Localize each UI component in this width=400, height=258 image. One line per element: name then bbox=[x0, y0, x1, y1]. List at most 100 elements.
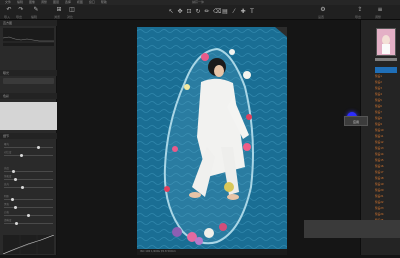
compare-icon[interactable]: ◫ bbox=[69, 7, 75, 13]
slider-label: 对比度 bbox=[4, 151, 12, 154]
histogram-graph bbox=[2, 36, 54, 43]
slider-saturation[interactable]: 饱和度 bbox=[4, 175, 53, 181]
preset-item[interactable]: 预设11 bbox=[375, 134, 397, 139]
preset-selected[interactable] bbox=[375, 67, 397, 73]
apply-tooltip[interactable]: 应用 bbox=[344, 116, 368, 126]
photo[interactable] bbox=[137, 27, 287, 249]
exposure-select[interactable] bbox=[3, 78, 54, 84]
preset-item[interactable]: 预设1 bbox=[375, 74, 397, 79]
preset-item[interactable]: 预设22 bbox=[375, 200, 397, 205]
edit-icon[interactable]: ✎ bbox=[33, 7, 39, 13]
slider-knob[interactable] bbox=[14, 206, 18, 209]
slider-contrast[interactable]: 对比度 bbox=[4, 151, 53, 157]
slider-exposure[interactable]: 曝光 bbox=[4, 143, 53, 149]
slider-track bbox=[4, 207, 53, 208]
preset-item[interactable]: 预设14 bbox=[375, 152, 397, 157]
cursor-icon[interactable]: ↖ bbox=[168, 9, 174, 15]
slider-shadows[interactable]: 阴影 bbox=[4, 195, 53, 201]
crop-icon[interactable]: ⊡ bbox=[186, 9, 192, 15]
slider-label: 曝光 bbox=[4, 143, 10, 146]
menu-select[interactable]: 选择 bbox=[65, 0, 71, 4]
menu-window[interactable]: 窗口 bbox=[89, 0, 95, 4]
menu-edit[interactable]: 编辑 bbox=[17, 0, 23, 4]
brush-icon[interactable]: ✏ bbox=[204, 9, 210, 15]
slider-knob[interactable] bbox=[37, 146, 41, 149]
menu-help[interactable]: 帮助 bbox=[101, 0, 107, 4]
menu-view[interactable]: 视图 bbox=[77, 0, 83, 4]
preset-item[interactable]: 预设4 bbox=[375, 92, 397, 97]
preset-item[interactable]: 预设18 bbox=[375, 176, 397, 181]
slider-knob[interactable] bbox=[11, 198, 15, 201]
menu-layer[interactable]: 图层 bbox=[53, 0, 59, 4]
left-panel: 直方图 曝光 色彩 细节 曝光 对比度 亮度 饱和度 高光 阴影 黑色 白色 清… bbox=[0, 20, 57, 255]
preset-item[interactable]: 预设2 bbox=[375, 80, 397, 85]
preset-item[interactable]: 预设16 bbox=[375, 164, 397, 169]
slider-label: 亮度 bbox=[4, 167, 10, 170]
slider-whites[interactable]: 白色 bbox=[4, 211, 53, 217]
panel-header-exposure[interactable]: 曝光 bbox=[0, 70, 57, 76]
image-meta: ISO 100 1/200s f/2.8 50mm bbox=[140, 250, 176, 253]
slider-clarity[interactable]: 清晰度 bbox=[4, 219, 53, 225]
preset-item[interactable]: 预设12 bbox=[375, 140, 397, 145]
thumbnail-image bbox=[377, 29, 395, 55]
import-icon[interactable]: ↶ bbox=[6, 7, 12, 13]
preset-item[interactable]: 预设10 bbox=[375, 128, 397, 133]
preset-item[interactable]: 预设17 bbox=[375, 170, 397, 175]
share-icon[interactable]: ⇪ bbox=[357, 7, 363, 13]
slider-label: 白色 bbox=[4, 211, 10, 214]
photo-content bbox=[137, 27, 287, 249]
preset-item[interactable]: 预设7 bbox=[375, 110, 397, 115]
slider-track bbox=[4, 223, 53, 224]
slider-label: 饱和度 bbox=[4, 175, 12, 178]
thumbnail-caption bbox=[375, 58, 397, 61]
slider-label: 高光 bbox=[4, 183, 10, 186]
preset-item[interactable]: 预设21 bbox=[375, 194, 397, 199]
eraser-icon[interactable]: ⌫ bbox=[213, 9, 221, 15]
slider-knob[interactable] bbox=[27, 214, 30, 217]
preset-item[interactable]: 预设8 bbox=[375, 116, 397, 121]
heal-icon[interactable]: ✚ bbox=[240, 9, 246, 15]
preset-item[interactable]: 预设9 bbox=[375, 122, 397, 127]
slider-blacks[interactable]: 黑色 bbox=[4, 203, 53, 209]
export-icon[interactable]: ↷ bbox=[18, 7, 24, 13]
pan-icon[interactable]: ✥ bbox=[177, 9, 183, 15]
histogram bbox=[2, 28, 54, 46]
preset-item[interactable]: 预设24 bbox=[375, 212, 397, 217]
adjust-icon[interactable]: ≡ bbox=[377, 7, 383, 13]
preset-item[interactable]: 预设23 bbox=[375, 206, 397, 211]
curve-editor[interactable] bbox=[2, 234, 55, 255]
menu-file[interactable]: 文件 bbox=[5, 0, 11, 4]
slider-track bbox=[4, 147, 53, 148]
preset-item[interactable]: 预设19 bbox=[375, 182, 397, 187]
slider-track bbox=[4, 155, 53, 156]
toolbar: ↶ 导入 ↷ 导出 ✎ 编辑 ⊞ 浏览 ◫ 对比 ↖ ✥ ⊡ ↻ ✏ ⌫ ▤ ⁄… bbox=[0, 5, 400, 20]
toolbar-label-export: 导出 bbox=[16, 15, 23, 19]
preset-item[interactable]: 预设15 bbox=[375, 158, 397, 163]
panel-header-details[interactable]: 细节 bbox=[0, 133, 57, 139]
preset-item[interactable]: 预设6 bbox=[375, 104, 397, 109]
panel-header-color[interactable]: 色彩 bbox=[0, 93, 57, 99]
panel-header-histogram[interactable]: 直方图 bbox=[0, 20, 57, 26]
preset-item[interactable]: 预设3 bbox=[375, 86, 397, 91]
toolbar-label-edit: 编辑 bbox=[31, 15, 38, 19]
slider-brightness[interactable]: 亮度 bbox=[4, 167, 53, 173]
slider-knob[interactable] bbox=[12, 170, 16, 173]
preset-item[interactable]: 预设13 bbox=[375, 146, 397, 151]
gradient-icon[interactable]: ▤ bbox=[222, 9, 228, 15]
settings-icon[interactable]: ⚙ bbox=[320, 7, 326, 13]
picker-icon[interactable]: ⁄ bbox=[231, 9, 237, 15]
menu-adjust[interactable]: 调整 bbox=[41, 0, 47, 4]
preset-item[interactable]: 预设5 bbox=[375, 98, 397, 103]
browse-icon[interactable]: ⊞ bbox=[56, 7, 62, 13]
slider-knob[interactable] bbox=[13, 178, 17, 181]
menu-image[interactable]: 图像 bbox=[29, 0, 35, 4]
slider-knob[interactable] bbox=[19, 154, 23, 157]
slider-knob[interactable] bbox=[14, 222, 18, 225]
rotate-icon[interactable]: ↻ bbox=[195, 9, 201, 15]
preset-thumbnail[interactable] bbox=[376, 28, 396, 56]
preset-item[interactable]: 预设20 bbox=[375, 188, 397, 193]
slider-highlights[interactable]: 高光 bbox=[4, 183, 53, 189]
text-icon[interactable]: T bbox=[249, 9, 255, 15]
slider-label: 清晰度 bbox=[4, 219, 12, 222]
curve-graph bbox=[2, 234, 55, 255]
